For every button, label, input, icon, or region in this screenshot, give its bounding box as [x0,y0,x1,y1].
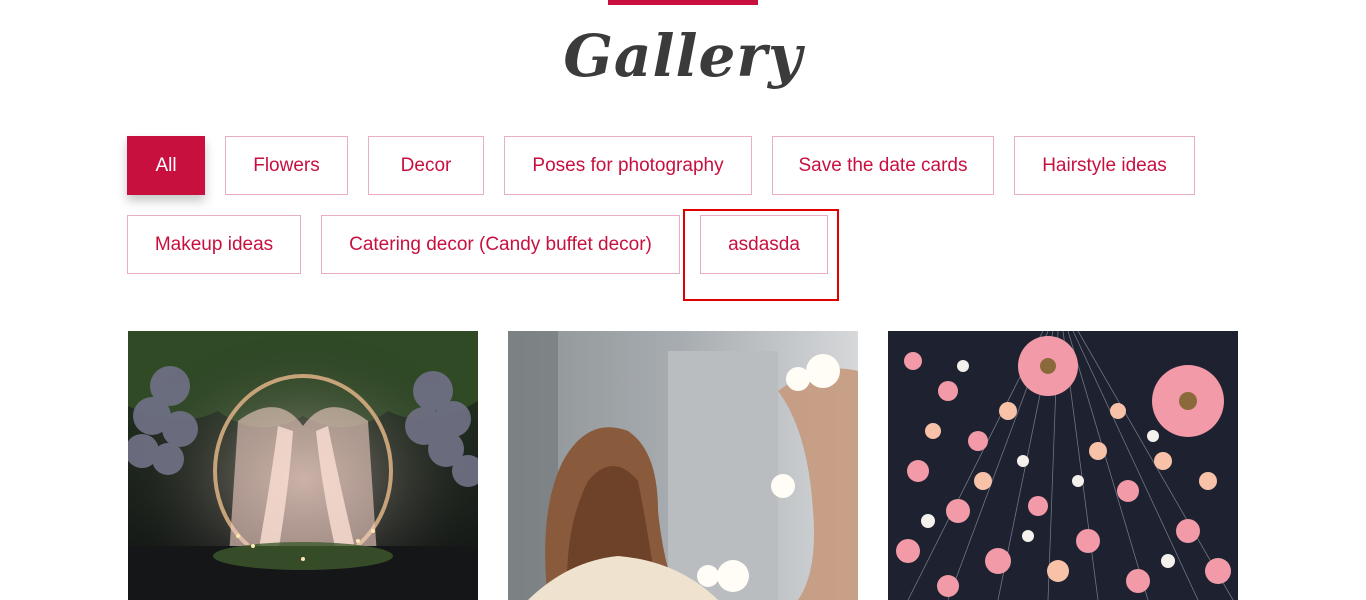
filter-all-button[interactable]: All [127,136,205,195]
filter-asdasda-button[interactable]: asdasda [700,215,828,274]
filter-poses-button[interactable]: Poses for photography [504,136,752,195]
filter-decor-button[interactable]: Decor [368,136,484,195]
filter-flowers-button[interactable]: Flowers [225,136,348,195]
gallery-section: Gallery All Flowers Decor Poses for phot… [0,0,1366,600]
filter-makeup-button[interactable]: Makeup ideas [127,215,301,274]
title-accent-bar [608,0,758,5]
filter-catering-button[interactable]: Catering decor (Candy buffet decor) [321,215,680,274]
page-title: Gallery [563,22,803,90]
gallery-image-hanging-flowers[interactable] [888,331,1238,600]
filter-save-the-date-button[interactable]: Save the date cards [772,136,994,195]
filter-hairstyle-button[interactable]: Hairstyle ideas [1014,136,1195,195]
gallery-image-makeup-mirror[interactable] [508,331,858,600]
gallery-image-wedding-arch[interactable] [128,331,478,600]
